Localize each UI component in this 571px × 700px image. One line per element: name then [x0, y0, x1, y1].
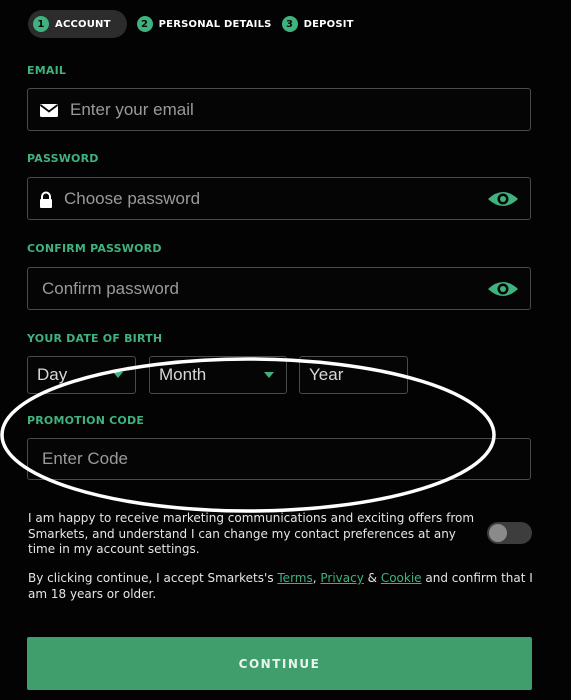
step-number: 3	[281, 16, 298, 32]
confirm-password-label: CONFIRM PASSWORD	[27, 242, 162, 255]
step-account[interactable]: 1 ACCOUNT	[28, 10, 127, 38]
password-input[interactable]	[62, 178, 480, 219]
step-deposit[interactable]: 3 DEPOSIT	[281, 10, 354, 38]
email-field-box	[27, 88, 531, 131]
step-number: 2	[136, 16, 153, 32]
terms-sep: &	[363, 571, 381, 585]
promo-label: PROMOTION CODE	[27, 414, 145, 427]
dob-month-select[interactable]: Month	[149, 356, 287, 394]
privacy-link[interactable]: Privacy	[320, 571, 363, 585]
step-personal-details[interactable]: 2 PERSONAL DETAILS	[136, 10, 272, 38]
step-label: ACCOUNT	[55, 18, 111, 30]
email-label: EMAIL	[27, 64, 67, 77]
cookie-link[interactable]: Cookie	[381, 571, 422, 585]
step-number: 1	[33, 16, 49, 32]
step-label: PERSONAL DETAILS	[158, 18, 272, 30]
password-field-box	[27, 177, 531, 220]
lock-icon	[40, 191, 52, 208]
dob-day-select[interactable]: Day	[27, 356, 136, 394]
eye-icon[interactable]	[487, 279, 519, 299]
promo-field-box	[27, 438, 531, 480]
dob-label: YOUR DATE OF BIRTH	[27, 332, 163, 345]
password-label: PASSWORD	[27, 152, 99, 165]
chevron-down-icon	[113, 372, 123, 378]
signup-steps: 1 ACCOUNT 2 PERSONAL DETAILS 3 DEPOSIT	[28, 9, 548, 39]
terms-prefix: By clicking continue, I accept Smarkets'…	[28, 571, 278, 585]
dob-year-value: Year	[309, 365, 344, 384]
eye-icon[interactable]	[487, 189, 519, 209]
dob-day-value: Day	[37, 365, 68, 384]
terms-link[interactable]: Terms	[277, 571, 312, 585]
toggle-knob	[489, 524, 507, 542]
dob-year-input[interactable]: Year	[299, 356, 408, 394]
dob-month-value: Month	[159, 365, 207, 384]
marketing-consent-toggle[interactable]	[487, 522, 532, 544]
confirm-password-field-box	[27, 267, 531, 310]
terms-text: By clicking continue, I accept Smarkets'…	[28, 570, 538, 602]
promo-code-input[interactable]	[40, 439, 518, 479]
step-label: DEPOSIT	[303, 18, 354, 30]
chevron-down-icon	[264, 372, 274, 378]
continue-button[interactable]: CONTINUE	[27, 637, 532, 690]
email-input[interactable]	[68, 89, 480, 130]
confirm-password-input[interactable]	[40, 268, 480, 309]
marketing-consent-text: I am happy to receive marketing communic…	[28, 511, 475, 556]
envelope-icon	[39, 104, 59, 117]
